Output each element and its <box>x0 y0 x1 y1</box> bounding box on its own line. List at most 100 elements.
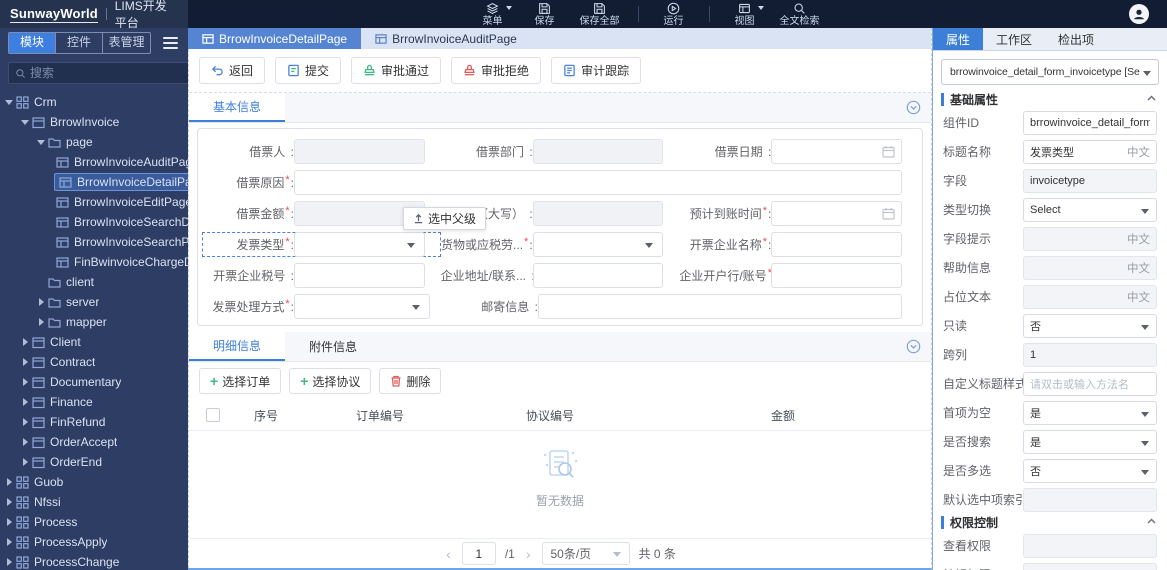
company-address-input[interactable] <box>532 263 664 288</box>
tree-item-brrowinvoice[interactable]: BrrowInvoice <box>0 112 188 132</box>
chinese-lang-badge[interactable]: 中文 <box>1123 289 1150 305</box>
view-button[interactable]: 视图 <box>728 2 764 27</box>
default-index-input[interactable] <box>1023 487 1157 512</box>
tree-item-brrowinvoicesearchpage[interactable]: BrrowInvoiceSearchPage <box>0 232 188 252</box>
chevron-right-icon[interactable] <box>20 378 30 386</box>
invoice-company-name-input[interactable] <box>771 232 903 257</box>
chevron-right-icon[interactable] <box>20 418 30 426</box>
tree-item-guob[interactable]: Guob <box>0 472 188 492</box>
field-hint-input[interactable]: 中文 <box>1023 226 1157 251</box>
help-info-input[interactable]: 中文 <box>1023 255 1157 280</box>
tree-item-server[interactable]: server <box>0 292 188 312</box>
invoice-handle-method-select[interactable] <box>294 294 430 319</box>
tab-basic-info[interactable]: 基本信息 <box>189 93 286 122</box>
next-page-icon[interactable]: › <box>524 546 533 562</box>
chevron-down-icon[interactable] <box>20 120 30 125</box>
tree-item-finrefund[interactable]: FinRefund <box>0 412 188 432</box>
section-permission-control[interactable]: 权限控制 <box>933 514 1167 531</box>
searchable-select[interactable]: 是 <box>1023 429 1157 454</box>
back-button[interactable]: 返回 <box>199 57 266 84</box>
menu-button[interactable]: 菜单 <box>476 2 512 27</box>
placeholder-text-input[interactable]: 中文 <box>1023 284 1157 309</box>
tree-item-client[interactable]: Client <box>0 332 188 352</box>
mail-info-input[interactable] <box>538 294 902 319</box>
invoice-type-select[interactable] <box>294 232 425 257</box>
tab-table-mgmt[interactable]: 表管理 <box>103 33 150 53</box>
borrow-date-input[interactable] <box>771 139 903 164</box>
multi-select-select[interactable]: 否 <box>1023 458 1157 483</box>
chevron-down-icon[interactable] <box>4 100 14 105</box>
tree-item-processchange[interactable]: ProcessChange <box>0 552 188 570</box>
chevron-right-icon[interactable] <box>4 518 14 526</box>
custom-title-style-input[interactable]: 请双击或输入方法名 <box>1023 371 1157 396</box>
component-selector[interactable]: brrowinvoice_detail_form_invoicetype [Se… <box>941 59 1159 85</box>
company-tax-no-input[interactable] <box>294 263 425 288</box>
goods-tax-service-select[interactable] <box>532 232 664 257</box>
borrow-reason-input[interactable] <box>294 170 902 195</box>
chinese-lang-badge[interactable]: 中文 <box>1123 260 1150 276</box>
title-name-input[interactable]: 发票类型 中文 <box>1023 139 1157 164</box>
prev-page-icon[interactable]: ‹ <box>444 546 453 562</box>
chevron-right-icon[interactable] <box>4 558 14 566</box>
tree-item-finance[interactable]: Finance <box>0 392 188 412</box>
chevron-right-icon[interactable] <box>20 458 30 466</box>
expected-arrival-input[interactable] <box>771 201 903 226</box>
select-all-checkbox[interactable] <box>206 408 220 422</box>
chevron-right-icon[interactable] <box>20 358 30 366</box>
tree-item-brrowinvoiceauditpage[interactable]: BrrowInvoiceAuditPage <box>0 152 188 172</box>
run-button[interactable]: 运行 <box>657 2 691 27</box>
save-button[interactable]: 保存 <box>528 2 562 27</box>
tree-item-orderend[interactable]: OrderEnd <box>0 452 188 472</box>
chinese-lang-badge[interactable]: 中文 <box>1123 231 1150 247</box>
tab-detail-info[interactable]: 明细信息 <box>189 332 286 361</box>
borrower-input[interactable] <box>294 139 425 164</box>
audit-trail-button[interactable]: 审计跟踪 <box>551 57 642 84</box>
chevron-down-icon[interactable] <box>36 140 46 145</box>
chevron-right-icon[interactable] <box>4 478 14 486</box>
view-permission-input[interactable] <box>1023 533 1157 558</box>
user-avatar[interactable] <box>1129 4 1149 24</box>
approve-button[interactable]: 审批通过 <box>351 57 442 84</box>
collapse-section-icon[interactable] <box>906 339 921 354</box>
tab-controls[interactable]: 控件 <box>56 33 103 53</box>
save-all-button[interactable]: 保存全部 <box>580 2 620 27</box>
tree-item-documentary[interactable]: Documentary <box>0 372 188 392</box>
select-agreement-button[interactable]: + 选择协议 <box>289 368 372 394</box>
chevron-right-icon[interactable] <box>4 498 14 506</box>
amount-caps-input[interactable] <box>532 201 664 226</box>
hamburger-menu-icon[interactable] <box>161 35 180 51</box>
field-name-input[interactable]: invoicetype <box>1023 168 1157 193</box>
tree-item-mapper[interactable]: mapper <box>0 312 188 332</box>
tab-checkout-items[interactable]: 检出项 <box>1045 28 1107 50</box>
chevron-right-icon[interactable] <box>20 398 30 406</box>
tab-workspace[interactable]: 工作区 <box>983 28 1045 50</box>
tab-properties[interactable]: 属性 <box>933 28 984 50</box>
chevron-right-icon[interactable] <box>4 538 14 546</box>
doc-tab-auditpage[interactable]: BrrowInvoiceAuditPage <box>361 28 531 49</box>
tree-item-brrowinvoicesearchdealpage[interactable]: BrrowInvoiceSearchDealPage <box>0 212 188 232</box>
reject-button[interactable]: 审批拒绝 <box>451 57 542 84</box>
tree-item-finbwinvoicechargedetailpage[interactable]: FinBwinvoiceChargeDetailPage <box>0 252 188 272</box>
component-id-input[interactable]: brrowinvoice_detail_form_invoicetype <box>1023 110 1157 135</box>
select-parent-tooltip[interactable]: 选中父级 <box>403 207 487 230</box>
doc-tab-detailpage[interactable]: BrrowInvoiceDetailPage <box>188 28 362 49</box>
chinese-lang-badge[interactable]: 中文 <box>1123 144 1150 160</box>
tree-item-brrowinvoicedetailpage[interactable]: BrrowInvoiceDetailPage <box>0 172 188 192</box>
chevron-right-icon[interactable] <box>36 298 46 306</box>
type-switch-select[interactable]: Select <box>1023 197 1157 222</box>
tree-item-page[interactable]: page <box>0 132 188 152</box>
section-basic-properties[interactable]: 基础属性 <box>933 91 1167 108</box>
readonly-select[interactable]: 否 <box>1023 313 1157 338</box>
tree-item-brrowinvoiceeditpage[interactable]: BrrowInvoiceEditPage <box>0 192 188 212</box>
borrow-dept-input[interactable] <box>532 139 664 164</box>
chevron-right-icon[interactable] <box>20 338 30 346</box>
select-order-button[interactable]: + 选择订单 <box>199 368 282 394</box>
first-empty-select[interactable]: 是 <box>1023 400 1157 425</box>
chevron-right-icon[interactable] <box>20 438 30 446</box>
tree-item-contract[interactable]: Contract <box>0 352 188 372</box>
fulltext-search-button[interactable]: 全文检索 <box>780 2 820 27</box>
tree-item-nfssi[interactable]: Nfssi <box>0 492 188 512</box>
company-bank-account-input[interactable] <box>771 263 903 288</box>
submit-button[interactable]: 提交 <box>275 57 342 84</box>
col-span-input[interactable]: 1 <box>1023 342 1157 367</box>
